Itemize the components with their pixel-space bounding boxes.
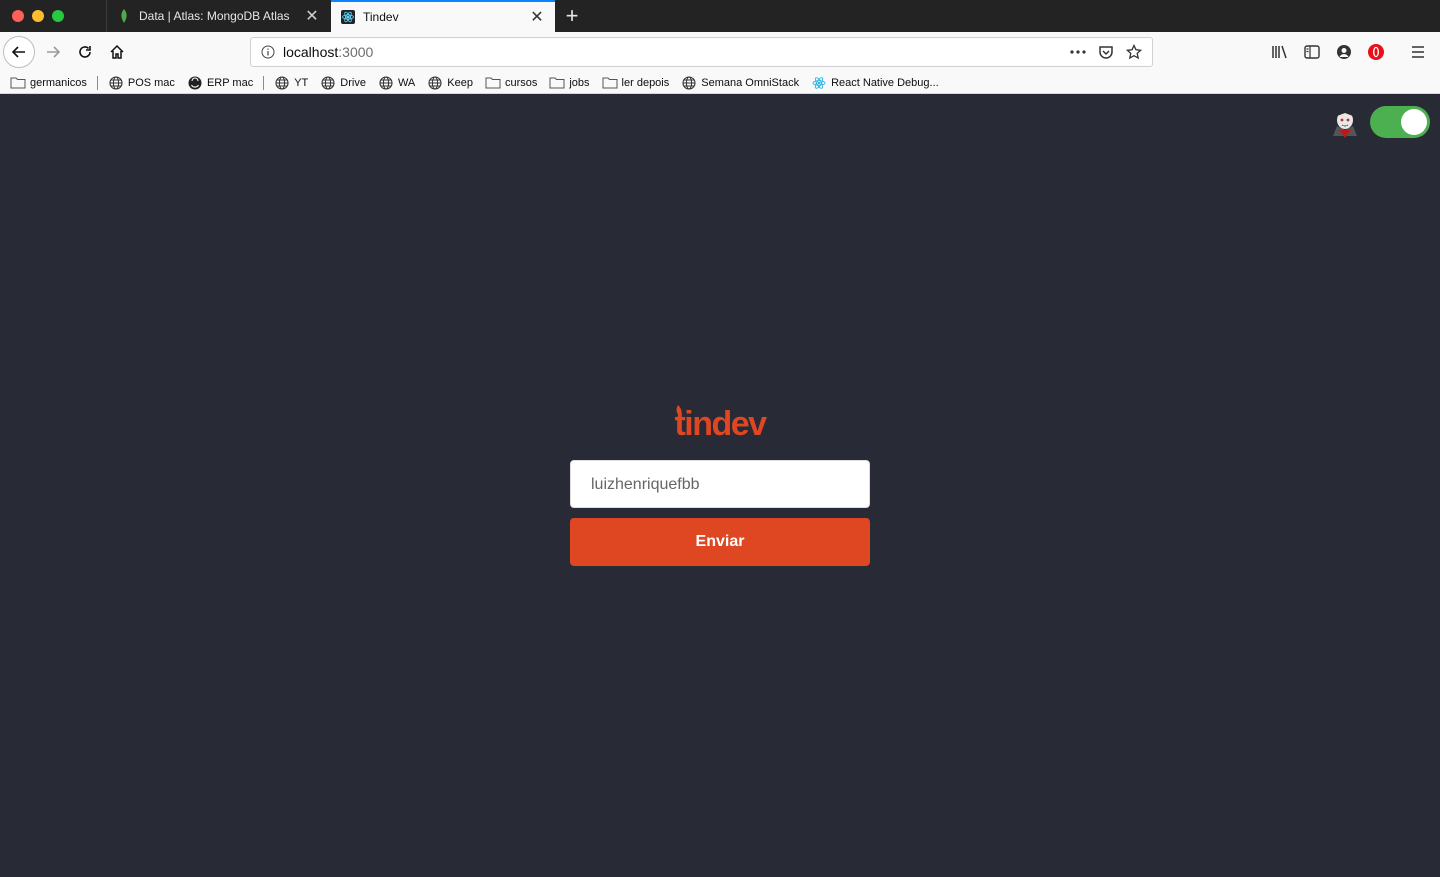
bookmark-label: React Native Debug... bbox=[831, 76, 939, 89]
sidebar-icon[interactable] bbox=[1296, 36, 1328, 68]
window-maximize-button[interactable] bbox=[52, 10, 64, 22]
bookmark-label: Semana OmniStack bbox=[701, 76, 800, 89]
folder-icon bbox=[485, 76, 501, 90]
forward-button[interactable] bbox=[37, 36, 69, 68]
url-port: :3000 bbox=[338, 44, 374, 60]
tab-strip: Data | Atlas: MongoDB Atlas ✕ Tindev ✕ + bbox=[0, 0, 1440, 32]
react-icon bbox=[811, 76, 827, 90]
url-host: localhost bbox=[283, 44, 339, 60]
mongodb-leaf-icon bbox=[117, 9, 131, 23]
globe-icon bbox=[108, 75, 124, 90]
logo-text: tindev bbox=[674, 405, 767, 442]
folder-icon bbox=[602, 76, 618, 90]
more-actions-icon[interactable] bbox=[1068, 42, 1088, 62]
react-icon bbox=[341, 10, 355, 24]
opera-extension-icon[interactable] bbox=[1360, 36, 1392, 68]
theme-toggle[interactable] bbox=[1370, 106, 1430, 138]
globe-icon bbox=[681, 75, 697, 90]
window-close-button[interactable] bbox=[12, 10, 24, 22]
bookmark-star-icon[interactable] bbox=[1124, 42, 1144, 62]
bookmarks-toolbar: germanicos POS mac ERP mac YT Drive WA K… bbox=[0, 72, 1440, 94]
library-icon[interactable] bbox=[1264, 36, 1296, 68]
bookmark-label: POS mac bbox=[127, 76, 175, 89]
globe-icon bbox=[378, 75, 394, 90]
bookmark-label: WA bbox=[397, 76, 416, 89]
reload-button[interactable] bbox=[69, 36, 101, 68]
submit-button[interactable]: Enviar bbox=[570, 518, 870, 566]
globe-icon bbox=[274, 75, 290, 90]
globe-icon bbox=[427, 75, 443, 90]
vampire-avatar-icon bbox=[1327, 104, 1363, 140]
tab-title: Data | Atlas: MongoDB Atlas bbox=[139, 9, 290, 23]
bookmark-separator bbox=[263, 75, 265, 90]
bookmark-item[interactable]: Keep bbox=[427, 75, 473, 90]
bookmark-item[interactable]: POS mac bbox=[108, 75, 175, 90]
bookmark-label: germanicos bbox=[30, 76, 87, 89]
folder-icon bbox=[10, 76, 26, 90]
new-tab-button[interactable]: + bbox=[560, 3, 584, 28]
window-minimize-button[interactable] bbox=[32, 10, 44, 22]
navigation-bar: localhost:3000 bbox=[0, 32, 1440, 72]
dark-globe-icon bbox=[187, 76, 203, 90]
bookmark-item[interactable]: Drive bbox=[320, 75, 366, 90]
bookmark-label: YT bbox=[294, 76, 309, 89]
home-icon bbox=[110, 44, 124, 59]
tab-title: Tindev bbox=[363, 10, 399, 24]
bookmark-item[interactable]: cursos bbox=[485, 76, 537, 90]
bookmark-separator bbox=[96, 75, 98, 90]
toggle-knob bbox=[1401, 109, 1427, 135]
bookmark-label: ERP mac bbox=[206, 76, 254, 89]
arrow-left-icon bbox=[11, 46, 25, 58]
arrow-right-icon bbox=[47, 46, 61, 58]
back-button[interactable] bbox=[3, 36, 35, 68]
menu-icon[interactable] bbox=[1402, 36, 1434, 68]
page-content: tindev luizhenriquefbb Enviar bbox=[0, 95, 1440, 877]
bookmark-item[interactable]: ler depois bbox=[602, 76, 670, 90]
bookmark-label: cursos bbox=[504, 76, 538, 89]
login-form: tindev luizhenriquefbb Enviar bbox=[570, 402, 870, 566]
bookmark-item[interactable]: YT bbox=[274, 75, 309, 90]
globe-icon bbox=[320, 75, 336, 90]
bookmark-item[interactable]: jobs bbox=[549, 76, 590, 90]
url-text[interactable]: localhost:3000 bbox=[283, 44, 373, 60]
bookmark-label: jobs bbox=[569, 76, 590, 89]
bookmark-label: ler depois bbox=[621, 76, 670, 89]
bookmark-item[interactable]: React Native Debug... bbox=[811, 76, 939, 90]
username-input[interactable]: luizhenriquefbb bbox=[570, 460, 870, 508]
info-icon[interactable] bbox=[261, 45, 275, 59]
home-button[interactable] bbox=[101, 36, 133, 68]
tindev-logo: tindev bbox=[674, 405, 769, 442]
bookmark-item[interactable]: Semana OmniStack bbox=[681, 75, 800, 90]
url-bar[interactable]: localhost:3000 bbox=[250, 37, 1153, 67]
tab-tindev[interactable]: Tindev ✕ bbox=[331, 0, 555, 32]
bookmark-label: Drive bbox=[340, 76, 366, 89]
account-icon[interactable] bbox=[1328, 36, 1360, 68]
bookmark-item[interactable]: WA bbox=[378, 75, 416, 90]
tab-mongodb-atlas[interactable]: Data | Atlas: MongoDB Atlas ✕ bbox=[106, 0, 330, 32]
reload-icon bbox=[79, 46, 91, 58]
bookmark-label: Keep bbox=[447, 76, 473, 89]
bookmark-item[interactable]: ERP mac bbox=[187, 76, 253, 90]
pocket-icon[interactable] bbox=[1096, 42, 1116, 62]
bookmark-item[interactable]: germanicos bbox=[10, 76, 87, 90]
folder-icon bbox=[549, 76, 565, 90]
close-icon[interactable]: ✕ bbox=[527, 7, 547, 27]
close-icon[interactable]: ✕ bbox=[302, 6, 322, 26]
